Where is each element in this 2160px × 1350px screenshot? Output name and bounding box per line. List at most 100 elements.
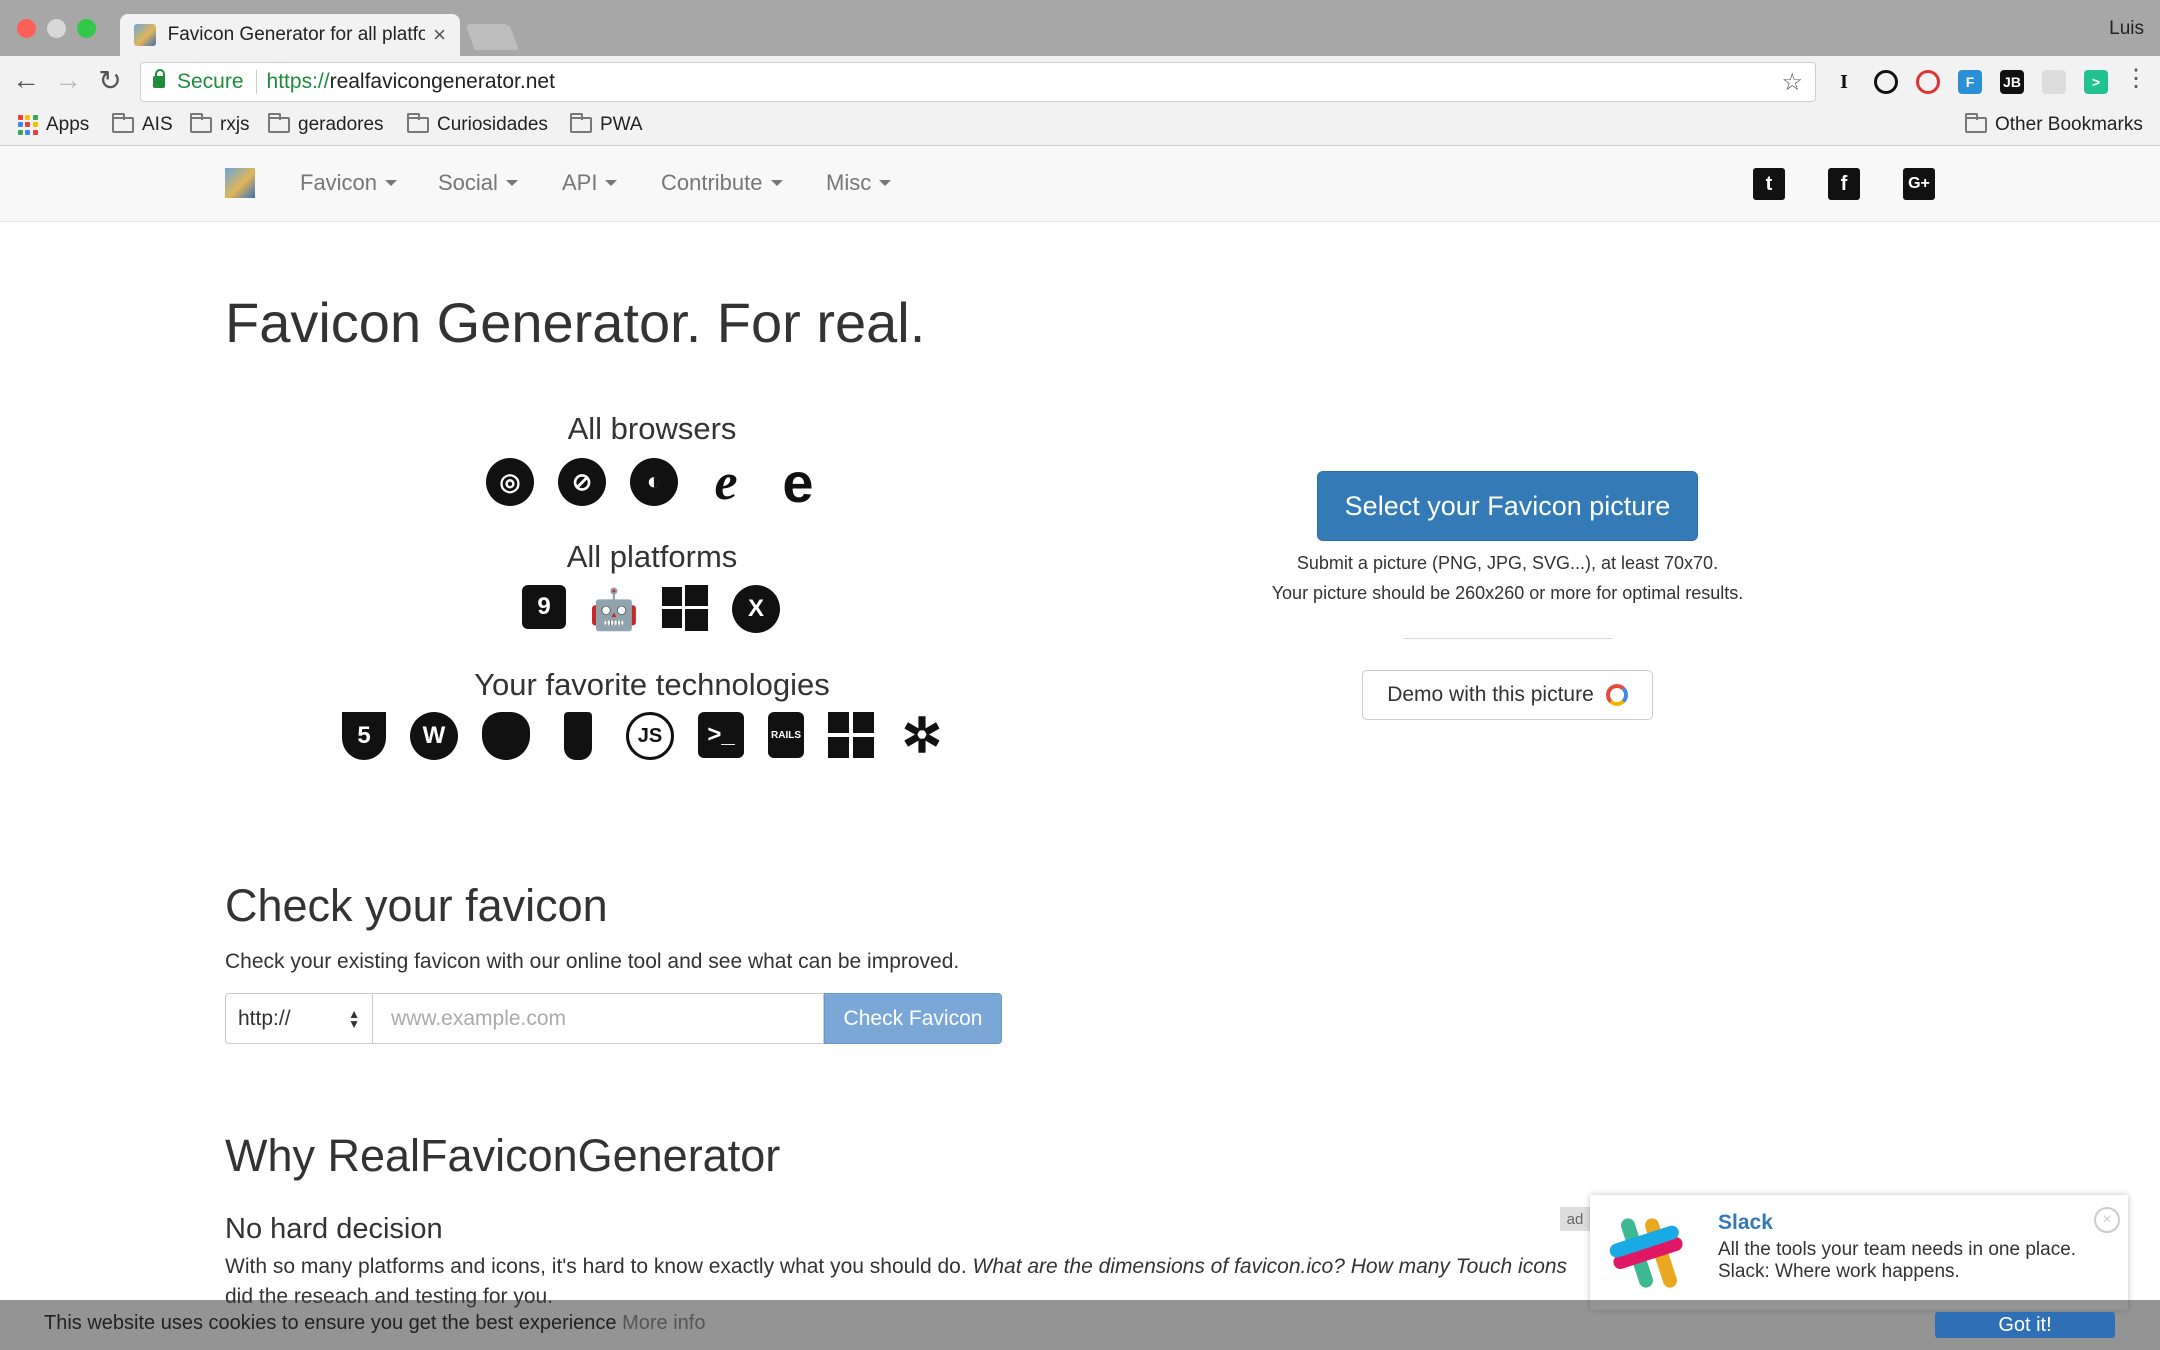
facebook-icon[interactable]: f	[1828, 168, 1860, 200]
url-protocol: https://	[266, 70, 330, 93]
tab-close-icon[interactable]: ×	[433, 22, 446, 48]
minimize-window-button[interactable]	[47, 19, 66, 38]
asterisk-icon: ✲	[898, 710, 946, 763]
page-title: Favicon Generator. For real.	[225, 291, 926, 354]
protocol-select[interactable]: http:// ▲ ▼	[225, 993, 373, 1044]
google-plus-icon[interactable]: G+	[1903, 168, 1935, 200]
bookmark-ais[interactable]: AIS	[112, 113, 173, 136]
rails-icon: RAILS	[768, 712, 804, 758]
check-favicon-lead: Check your existing favicon with our onl…	[225, 950, 960, 973]
framework-extension-icon[interactable]: F	[1958, 70, 1982, 94]
nav-api[interactable]: API	[562, 170, 618, 196]
why-title: Why RealFaviconGenerator	[225, 1130, 781, 1181]
nav-contribute[interactable]: Contribute	[661, 170, 783, 196]
site-navbar: Favicon Social API Contribute Misc t f G…	[0, 146, 2160, 222]
bookmark-label: AIS	[142, 114, 173, 135]
tiles-shape	[828, 712, 874, 758]
forward-icon[interactable]: →	[50, 64, 86, 96]
instapaper-extension-icon[interactable]: I	[1832, 70, 1856, 94]
html5-icon: 5	[342, 712, 386, 760]
gulp-icon	[564, 712, 592, 760]
windows-icon	[662, 585, 708, 631]
technology-icons: 5 W JS >_ RAILS ✲	[330, 710, 958, 763]
safari-icon: ⊘	[558, 458, 606, 506]
bookmark-pwa[interactable]: PWA	[570, 113, 643, 136]
address-bar[interactable]: Secure https:// realfavicongenerator.net…	[140, 62, 1816, 102]
profile-name[interactable]: Luis	[2109, 18, 2144, 40]
jekyll-icon	[482, 712, 530, 760]
maximize-window-button[interactable]	[77, 19, 96, 38]
why-paragraph-text: With so many platforms and icons, it's h…	[225, 1255, 973, 1278]
nav-favicon[interactable]: Favicon	[300, 170, 398, 196]
cookie-text: This website uses cookies to ensure you …	[44, 1312, 623, 1334]
twitter-icon[interactable]: t	[1753, 168, 1785, 200]
new-tab-button[interactable]	[465, 24, 519, 50]
nav-label: Social	[438, 170, 498, 195]
slack-ad[interactable]: Slack All the tools your team needs in o…	[1590, 1195, 2128, 1310]
caret-down-icon	[770, 180, 783, 186]
nav-social[interactable]: Social	[438, 170, 518, 196]
cast-extension-icon[interactable]	[2042, 70, 2066, 94]
check-favicon-button[interactable]: Check Favicon	[824, 993, 1002, 1044]
caret-down-icon	[879, 180, 892, 186]
site-logo[interactable]	[225, 168, 255, 198]
ios-icon: 9	[522, 585, 566, 629]
reload-icon[interactable]: ↻	[92, 64, 128, 97]
bookmark-label: geradores	[298, 114, 384, 135]
caret-down-icon	[505, 180, 518, 186]
clock-extension-icon[interactable]	[1874, 70, 1898, 94]
jetbrains-extension-icon[interactable]: JB	[2000, 70, 2024, 94]
demo-button-label: Demo with this picture	[1387, 683, 1594, 706]
terminal-extension-icon[interactable]: >	[2084, 70, 2108, 94]
bookmark-label: PWA	[600, 114, 643, 135]
internet-explorer-icon: e	[702, 454, 750, 511]
bookmark-geradores[interactable]: geradores	[268, 113, 384, 136]
ad-title[interactable]: Slack	[1718, 1211, 1773, 1235]
nav-misc[interactable]: Misc	[826, 170, 892, 196]
check-favicon-form: http:// ▲▼ Check Favicon	[225, 993, 1002, 1044]
wordpress-icon: W	[410, 712, 458, 760]
ad-badge: ad	[1560, 1207, 1590, 1231]
browser-toolbar: ← → ↻ Secure https:// realfavicongenerat…	[0, 56, 2160, 108]
select-arrows-icon: ▲ ▼	[348, 1006, 360, 1031]
protocol-value: http://	[238, 1006, 291, 1030]
url-divider	[255, 70, 257, 94]
url-host: realfavicongenerator.net	[329, 70, 555, 93]
bookmark-rxjs[interactable]: rxjs	[190, 113, 250, 136]
tab-title: Favicon Generator for all platfo	[167, 24, 426, 45]
bookmark-curiosidades[interactable]: Curiosidades	[407, 113, 548, 136]
bookmark-other[interactable]: Other Bookmarks	[1965, 113, 2143, 136]
browser-menu-icon[interactable]: ⋮	[2118, 64, 2154, 93]
cookie-consent-bar: This website uses cookies to ensure you …	[0, 1300, 2160, 1350]
demo-button[interactable]: Demo with this picture	[1362, 670, 1653, 720]
bookmark-star-icon[interactable]: ☆	[1781, 68, 1803, 97]
submit-note-line1: Submit a picture (PNG, JPG, SVG...), at …	[1296, 553, 1719, 573]
folder-icon	[190, 113, 212, 133]
nav-label: Contribute	[661, 170, 763, 195]
browsers-heading: All browsers	[567, 411, 737, 446]
bookmark-label: Curiosidades	[437, 114, 548, 135]
nav-label: API	[562, 170, 598, 195]
cookie-more-info-link[interactable]: More info	[622, 1312, 705, 1334]
close-window-button[interactable]	[17, 19, 36, 38]
pocket-extension-icon[interactable]	[1916, 70, 1940, 94]
select-favicon-picture-button[interactable]: Select your Favicon picture	[1317, 471, 1698, 541]
bookmark-label: rxjs	[220, 114, 250, 135]
folder-icon	[1965, 113, 1987, 133]
why-paragraph-question: What are the dimensions of favicon.ico? …	[972, 1255, 1568, 1278]
browser-icons: ◎ ⊘ ◐ e e	[474, 451, 834, 514]
folder-icon	[570, 113, 592, 133]
back-icon[interactable]: ←	[8, 64, 44, 96]
browser-tab-active[interactable]: Favicon Generator for all platfo ×	[120, 14, 460, 56]
favicon-url-input[interactable]	[373, 993, 824, 1044]
android-icon: 🤖	[589, 585, 639, 633]
bookmark-apps[interactable]: Apps	[18, 114, 89, 136]
tab-favicon-icon	[134, 24, 156, 46]
bookmark-label: Apps	[46, 114, 90, 135]
cookie-accept-button[interactable]: Got it!	[1935, 1312, 2115, 1338]
ad-text: All the tools your team needs in one pla…	[1718, 1239, 2076, 1283]
ad-close-icon[interactable]: ×	[2094, 1207, 2120, 1233]
submit-note-line2: Your picture should be 260x260 or more f…	[1271, 583, 1744, 603]
windows-logo-shape	[662, 585, 708, 631]
cookie-message: This website uses cookies to ensure you …	[44, 1312, 705, 1335]
